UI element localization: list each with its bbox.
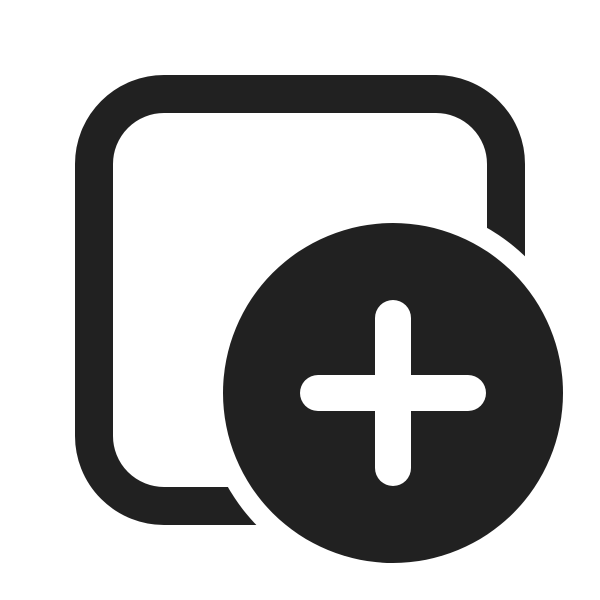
square-add-icon xyxy=(75,75,563,563)
icon-canvas xyxy=(0,0,600,600)
